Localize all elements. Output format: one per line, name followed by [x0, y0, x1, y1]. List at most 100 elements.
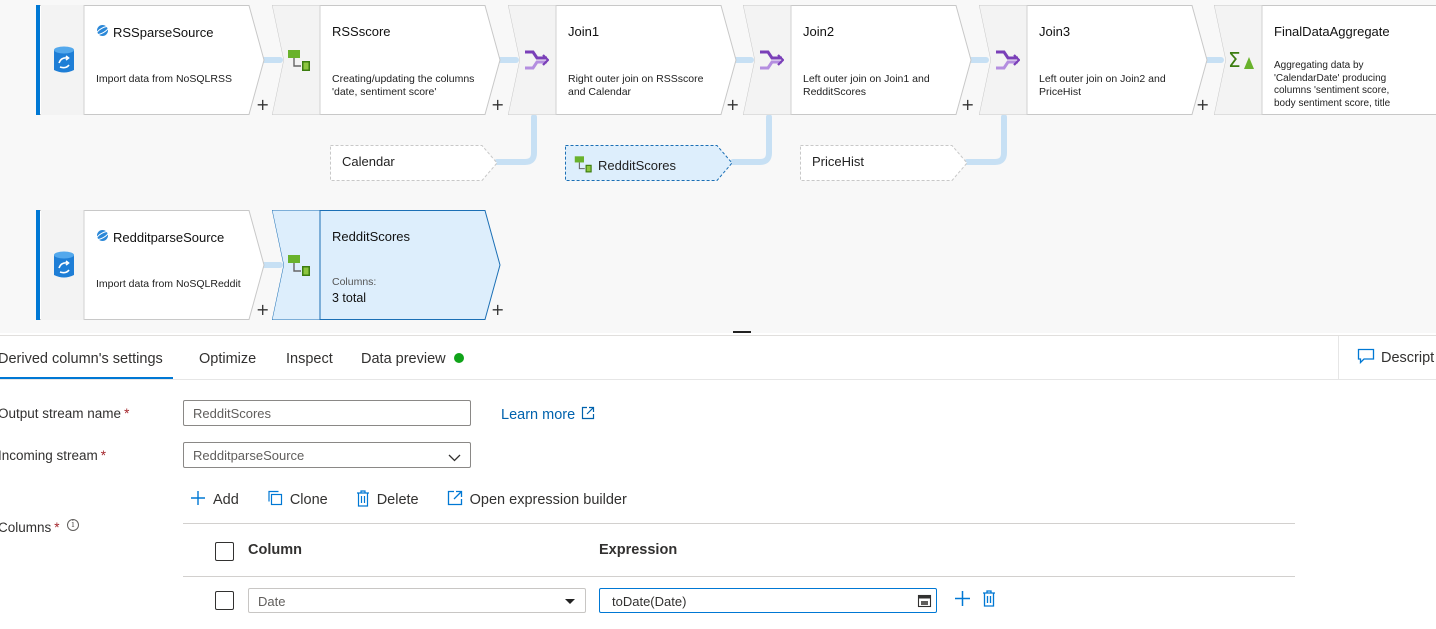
tab-optimize[interactable]: Optimize	[199, 351, 256, 367]
tab-inspect[interactable]: Inspect	[286, 351, 333, 367]
add-transformation-button[interactable]: +	[1196, 95, 1209, 114]
learn-more-label: Learn more	[501, 407, 576, 423]
add-column-button[interactable]: Add	[190, 490, 239, 510]
columns-label: Columns:	[332, 276, 377, 288]
database-icon	[40, 5, 88, 115]
row-checkbox[interactable]	[215, 591, 234, 610]
derived-column-icon	[276, 5, 324, 115]
node-redditscores-selected[interactable]: RedditScores Columns: 3 total	[272, 210, 502, 320]
node-description: Creating/updating the columns 'date, sen…	[332, 73, 475, 98]
external-link-icon	[581, 406, 595, 424]
open-builder-label: Open expression builder	[469, 492, 627, 508]
select-all-checkbox[interactable]	[215, 542, 234, 561]
copy-icon	[267, 490, 283, 510]
open-expression-builder-button[interactable]: Open expression builder	[447, 490, 627, 510]
node-description: Left outer join on Join2 and PriceHist	[1039, 73, 1166, 98]
node-description: Left outer join on Join1 and RedditScore…	[803, 73, 930, 98]
clone-column-button[interactable]: Clone	[267, 490, 328, 510]
node-title: Join3	[1039, 24, 1071, 39]
node-rssparsesource[interactable]: RSSparseSource Import data from NoSQLRSS	[36, 5, 266, 115]
reference-redditscores[interactable]: RedditScores	[565, 145, 735, 181]
reference-calendar[interactable]: Calendar	[330, 145, 500, 181]
output-stream-name-input[interactable]	[183, 400, 471, 426]
comment-icon	[1357, 348, 1375, 368]
add-transformation-button[interactable]: +	[491, 95, 504, 114]
aggregate-icon: Σ	[1218, 5, 1266, 115]
reference-label: PriceHist	[812, 154, 865, 169]
output-stream-label: Output stream name *	[0, 406, 130, 421]
cosmos-icon	[96, 229, 109, 245]
column-name-value: Date	[258, 594, 286, 609]
clone-label: Clone	[289, 492, 328, 508]
node-title: FinalDataAggregate	[1274, 24, 1390, 39]
node-redditparsesource[interactable]: RedditparseSource Import data from NoSQL…	[36, 210, 266, 320]
tab-derived-column-settings[interactable]: Derived column's settings	[0, 351, 163, 367]
expression-header: Expression	[599, 542, 678, 558]
node-description: Right outer join on RSSscore and Calenda…	[568, 73, 704, 98]
join-icon	[512, 5, 560, 115]
incoming-stream-dropdown[interactable]: RedditparseSource	[183, 442, 471, 468]
panel-resize-handle[interactable]	[733, 331, 751, 333]
description-button[interactable]: Descript	[1338, 336, 1436, 380]
trash-icon	[982, 590, 996, 611]
reference-label: Calendar	[342, 154, 395, 169]
trash-icon	[356, 489, 370, 511]
tab-data-preview[interactable]: Data preview	[361, 351, 464, 367]
node-title: RSSparseSource	[113, 24, 214, 40]
column-header: Column	[248, 542, 302, 558]
columns-count: 3 total	[332, 291, 367, 305]
svg-text:Σ: Σ	[1228, 49, 1241, 71]
node-rssscore[interactable]: RSSscore Creating/updating the columns '…	[272, 5, 502, 115]
delete-label: Delete	[376, 492, 419, 508]
reference-label: RedditScores	[598, 158, 677, 173]
calendar-icon	[917, 593, 932, 611]
tab-bar: Derived column's settings Optimize Inspe…	[0, 336, 1436, 380]
learn-more-link[interactable]: Learn more	[501, 406, 595, 424]
add-transformation-button[interactable]: +	[256, 300, 269, 319]
add-transformation-button[interactable]: +	[491, 300, 504, 319]
description-button-label: Descript	[1381, 350, 1435, 366]
incoming-stream-value: RedditparseSource	[193, 448, 305, 463]
caret-down-icon	[565, 599, 575, 604]
node-title: RSSscore	[332, 24, 391, 39]
plus-icon	[190, 490, 206, 510]
join-icon	[983, 5, 1031, 115]
info-icon[interactable]: i	[67, 519, 79, 531]
column-name-dropdown[interactable]: Date	[248, 588, 586, 613]
data-flow-canvas[interactable]: RSSparseSource Import data from NoSQLRSS…	[0, 0, 1436, 333]
delete-row-button[interactable]	[982, 590, 996, 612]
derived-column-icon	[574, 154, 594, 177]
node-title: Join2	[803, 24, 835, 39]
settings-panel: Derived column's settings Optimize Inspe…	[0, 335, 1436, 629]
add-transformation-button[interactable]: +	[256, 95, 269, 114]
add-transformation-button[interactable]: +	[961, 95, 974, 114]
expression-input[interactable]: toDate(Date)	[599, 588, 937, 613]
cosmos-icon	[96, 24, 109, 40]
expression-value: toDate(Date)	[612, 594, 687, 609]
reference-pricehist[interactable]: PriceHist	[800, 145, 970, 181]
table-header-divider	[183, 576, 1295, 577]
add-label: Add	[213, 492, 239, 508]
database-icon	[40, 210, 88, 320]
node-join1[interactable]: Join1 Right outer join on RSSscore and C…	[508, 5, 738, 115]
join-icon	[747, 5, 795, 115]
add-transformation-button[interactable]: +	[726, 95, 739, 114]
derived-column-icon	[276, 210, 324, 320]
active-tab-indicator	[0, 377, 173, 379]
status-dot	[453, 353, 464, 363]
columns-label: Columns *	[0, 520, 60, 535]
node-join2[interactable]: Join2 Left outer join on Join1 and Reddi…	[743, 5, 973, 115]
plus-icon	[954, 591, 971, 611]
add-row-button[interactable]	[954, 590, 971, 612]
chevron-down-icon	[448, 450, 461, 465]
external-link-icon	[447, 490, 463, 510]
node-title: RedditScores	[332, 229, 411, 244]
node-finaldataaggregate[interactable]: Σ FinalDataAggregate Aggregating data by…	[1214, 5, 1436, 115]
delete-column-button[interactable]: Delete	[356, 489, 419, 511]
node-title: RedditparseSource	[113, 229, 225, 245]
columns-toolbar: Add Clone Delete Open expression builder	[190, 489, 655, 511]
tab-label: Data preview	[361, 351, 446, 367]
node-description: Aggregating data by 'CalendarDate' produ…	[1274, 60, 1391, 109]
node-join3[interactable]: Join3 Left outer join on Join2 and Price…	[979, 5, 1209, 115]
table-top-divider	[183, 523, 1295, 524]
